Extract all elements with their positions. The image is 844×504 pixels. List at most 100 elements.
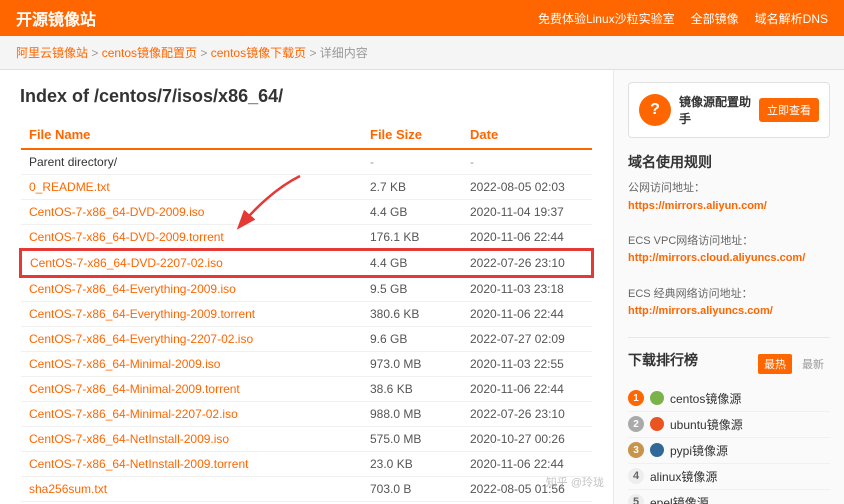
file-size: 9.5 GB — [362, 276, 462, 302]
table-row: CentOS-7-x86_64-Minimal-2009.iso 973.0 MB… — [21, 352, 592, 377]
public-url[interactable]: https://mirrors.aliyun.com/ — [628, 200, 767, 212]
rank-tab-hot[interactable]: 最热 — [758, 354, 792, 374]
rank-icon — [650, 443, 664, 457]
rank-item[interactable]: 4 alinux镜像源 — [628, 464, 830, 490]
file-size: 38.6 KB — [362, 377, 462, 402]
file-link[interactable]: CentOS-7-x86_64-DVD-2009.torrent — [29, 230, 224, 244]
file-link[interactable]: CentOS-7-x86_64-DVD-2207-02.iso — [30, 256, 223, 270]
file-size: 176.1 KB — [362, 225, 462, 251]
classic-url[interactable]: http://mirrors.aliyuncs.com/ — [628, 305, 773, 317]
rank-item[interactable]: 5 epel镜像源 — [628, 490, 830, 504]
file-size: 4.4 GB — [362, 250, 462, 276]
rank-tab-new[interactable]: 最新 — [796, 354, 830, 374]
table-row: CentOS-7-x86_64-Everything-2207-02.iso 9.… — [21, 327, 592, 352]
file-size: - — [362, 149, 462, 175]
header-nav: 免费体验Linux沙粒实验室 全部镜像 域名解析DNS — [538, 10, 828, 27]
breadcrumb-current: 详细内容 — [320, 46, 368, 60]
config-helper-button[interactable]: 立即查看 — [759, 98, 819, 122]
file-size: 380.6 KB — [362, 302, 462, 327]
file-size: 9.6 GB — [362, 327, 462, 352]
file-link[interactable]: CentOS-7-x86_64-Everything-2009.iso — [29, 282, 236, 296]
table-row: CentOS-7-x86_64-NetInstall-2009.torrent 2… — [21, 452, 592, 477]
table-row: CentOS-7-x86_64-DVD-2009.iso4.4 GB2020-1… — [21, 200, 592, 225]
rank-item[interactable]: 1 centos镜像源 — [628, 386, 830, 412]
file-link[interactable]: CentOS-7-x86_64-Everything-2207-02.iso — [29, 332, 253, 346]
main-layout: Index of /centos/7/isos/x86_64/ File Nam… — [0, 70, 844, 504]
rank-list: 1 centos镜像源 2 ubuntu镜像源 3 pypi镜像源 4 alinux镜像源 5e… — [628, 386, 830, 504]
table-row: CentOS-7-x86_64-NetInstall-2009.iso 575.0… — [21, 427, 592, 452]
classic-label: ECS 经典网络访问地址： — [628, 288, 753, 300]
file-link[interactable]: CentOS-7-x86_64-Minimal-2009.torrent — [29, 382, 240, 396]
file-size: 973.0 MB — [362, 352, 462, 377]
file-link[interactable]: sha256sum.txt — [29, 482, 107, 496]
file-size: 575.0 MB — [362, 427, 462, 452]
table-row: CentOS-7-x86_64-DVD-2207-02.iso 4.4 GB202… — [21, 250, 592, 276]
col-date: Date — [462, 121, 592, 149]
breadcrumb-centos-download[interactable]: centos镜像下载页 — [211, 46, 306, 60]
file-name: Parent directory/ — [21, 149, 362, 175]
rank-tabs: 最热 最新 — [758, 354, 830, 374]
rank-item-label: alinux镜像源 — [650, 468, 717, 485]
rank-number: 3 — [628, 442, 644, 458]
file-size: 2.7 KB — [362, 175, 462, 200]
domain-section: 域名使用规则 公网访问地址： https://mirrors.aliyun.co… — [628, 152, 830, 321]
nav-dns[interactable]: 域名解析DNS — [755, 10, 828, 27]
rank-item-label: epel镜像源 — [650, 494, 709, 504]
table-row: CentOS-7-x86_64-Minimal-2207-02.iso 988.0… — [21, 402, 592, 427]
nav-lab[interactable]: 免费体验Linux沙粒实验室 — [538, 10, 675, 27]
file-date: 2020-11-06 22:44 — [462, 225, 592, 251]
file-link[interactable]: CentOS-7-x86_64-NetInstall-2009.iso — [29, 432, 229, 446]
watermark: 知乎 @玲珑 — [546, 474, 604, 490]
rank-item[interactable]: 3 pypi镜像源 — [628, 438, 830, 464]
rank-item[interactable]: 2 ubuntu镜像源 — [628, 412, 830, 438]
file-link[interactable]: CentOS-7-x86_64-DVD-2009.iso — [29, 205, 204, 219]
rank-icon — [650, 391, 664, 405]
file-date: - — [462, 149, 592, 175]
file-date: 2020-11-06 22:44 — [462, 452, 592, 477]
col-filename: File Name — [21, 121, 362, 149]
table-row: sha256sum.txt703.0 B2022-08-05 01:56 — [21, 477, 592, 502]
rank-number: 4 — [628, 468, 644, 484]
header: 开源镜像站 免费体验Linux沙粒实验室 全部镜像 域名解析DNS — [0, 0, 844, 36]
config-helper-card: ? 镜像源配置助手 立即查看 — [628, 82, 830, 138]
table-row: CentOS-7-x86_64-Everything-2009.torrent 3… — [21, 302, 592, 327]
file-link[interactable]: 0_README.txt — [29, 180, 110, 194]
file-size: 4.4 GB — [362, 200, 462, 225]
table-row: CentOS-7-x86_64-Everything-2009.iso 9.5 G… — [21, 276, 592, 302]
site-logo[interactable]: 开源镜像站 — [16, 6, 96, 30]
vpc-label: ECS VPC网络访问地址： — [628, 235, 753, 247]
rank-number: 2 — [628, 416, 644, 432]
file-link[interactable]: CentOS-7-x86_64-Everything-2009.torrent — [29, 307, 255, 321]
rank-item-label: pypi镜像源 — [670, 442, 728, 459]
file-size: 703.0 B — [362, 477, 462, 502]
table-row: CentOS-7-x86_64-Minimal-2009.torrent 38.6… — [21, 377, 592, 402]
breadcrumb-centos-config[interactable]: centos镜像配置页 — [102, 46, 197, 60]
file-date: 2020-10-27 00:26 — [462, 427, 592, 452]
file-link[interactable]: CentOS-7-x86_64-Minimal-2009.iso — [29, 357, 220, 371]
rank-section: 下载排行榜 最热 最新 1 centos镜像源 2 ubuntu镜像源 3 pypi镜像源… — [628, 350, 830, 504]
page-title: Index of /centos/7/isos/x86_64/ — [20, 86, 593, 107]
rank-item-label: ubuntu镜像源 — [670, 416, 743, 433]
vpc-url[interactable]: http://mirrors.cloud.aliyuncs.com/ — [628, 252, 805, 264]
file-size: 988.0 MB — [362, 402, 462, 427]
public-label: 公网访问地址： — [628, 182, 705, 194]
file-date: 2022-08-05 02:03 — [462, 175, 592, 200]
rank-item-label: centos镜像源 — [670, 390, 741, 407]
table-row: CentOS-7-x86_64-DVD-2009.torrent 176.1 KB… — [21, 225, 592, 251]
breadcrumb-home[interactable]: 阿里云镜像站 — [16, 46, 88, 60]
section-divider — [628, 337, 830, 338]
file-date: 2020-11-03 22:55 — [462, 352, 592, 377]
rank-title: 下载排行榜 — [628, 350, 698, 370]
right-sidebar: ? 镜像源配置助手 立即查看 域名使用规则 公网访问地址： https://mi… — [614, 70, 844, 504]
file-link[interactable]: CentOS-7-x86_64-Minimal-2207-02.iso — [29, 407, 238, 421]
file-link[interactable]: CentOS-7-x86_64-NetInstall-2009.torrent — [29, 457, 248, 471]
left-content: Index of /centos/7/isos/x86_64/ File Nam… — [0, 70, 614, 504]
rank-number: 1 — [628, 390, 644, 406]
table-row: 0_README.txt 2.7 KB2022-08-05 02:03 — [21, 175, 592, 200]
nav-mirror[interactable]: 全部镜像 — [691, 10, 739, 27]
table-wrapper: File Name File Size Date Parent director… — [20, 121, 593, 504]
rank-icon — [650, 417, 664, 431]
rank-number: 5 — [628, 494, 644, 504]
config-helper-label: 镜像源配置助手 — [679, 93, 751, 127]
file-date: 2022-07-26 23:10 — [462, 250, 592, 276]
